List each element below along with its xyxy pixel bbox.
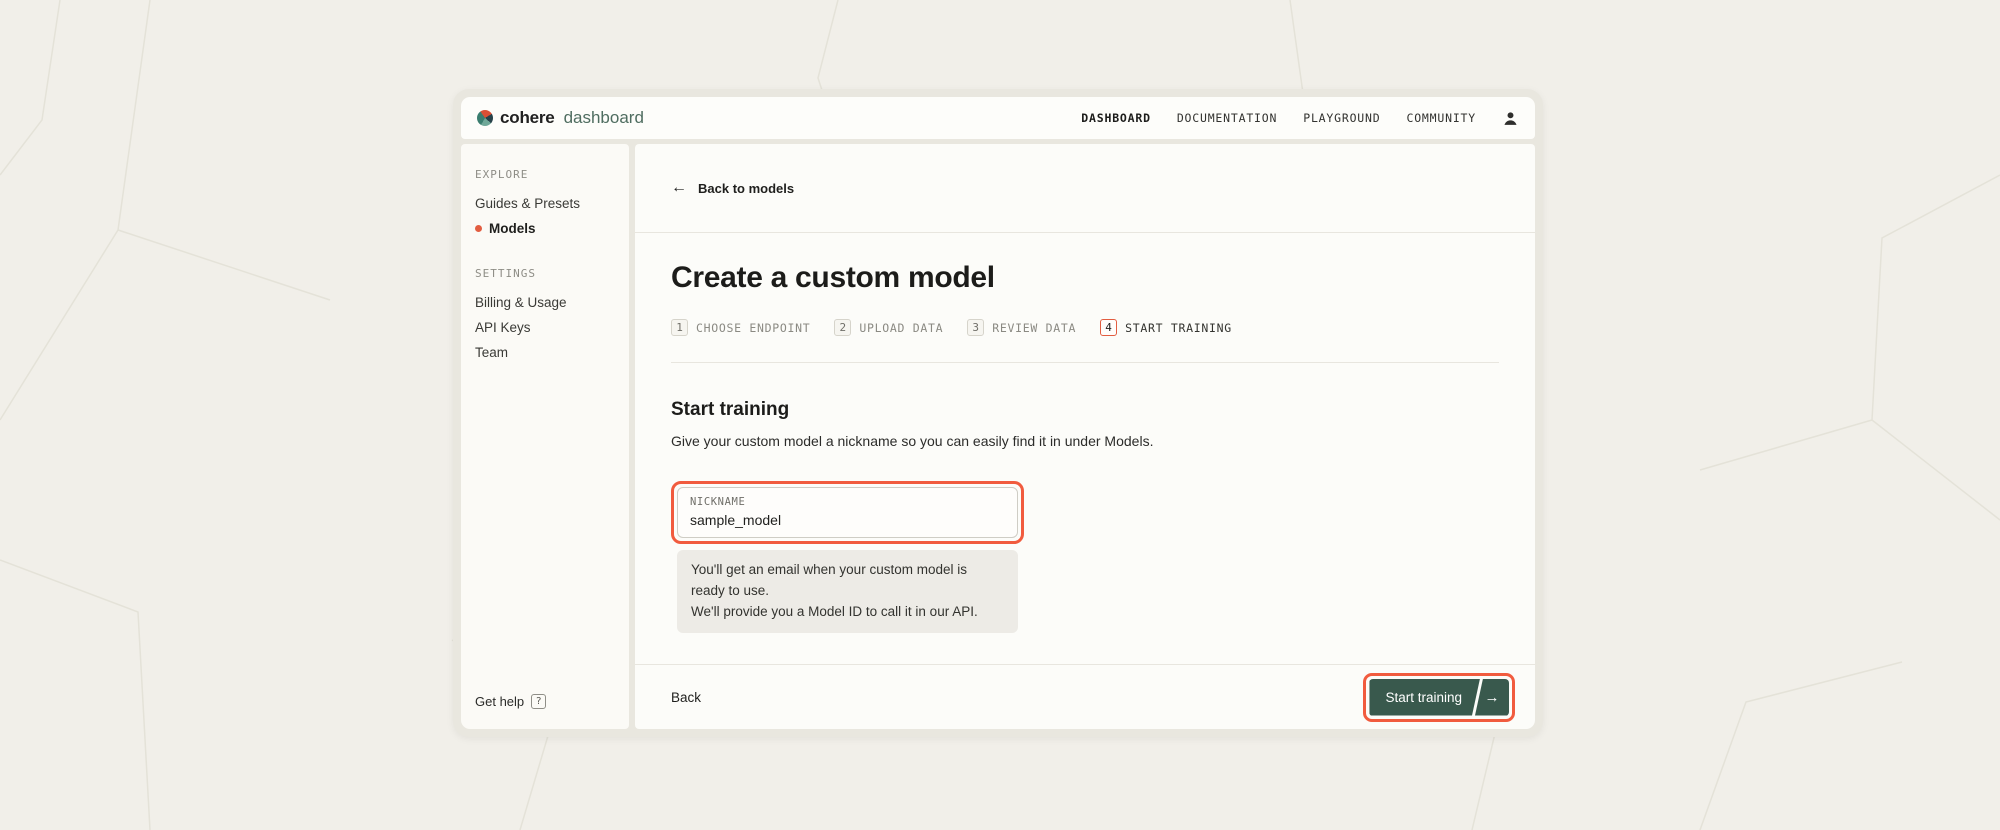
nav-documentation[interactable]: DOCUMENTATION [1177, 111, 1277, 125]
start-training-button-label: Start training [1369, 679, 1480, 716]
nav-playground[interactable]: PLAYGROUND [1303, 111, 1380, 125]
sidebar-item-models[interactable]: Models [475, 216, 615, 241]
sidebar-sections: EXPLORE Guides & Presets Models SETTINGS… [475, 168, 615, 391]
page-background: cohere dashboard DASHBOARD DOCUMENTATION… [0, 0, 2000, 830]
sidebar-item-label: Models [489, 221, 536, 236]
back-button[interactable]: Back [671, 690, 701, 705]
info-line-1: You'll get an email when your custom mod… [691, 560, 1004, 602]
step-label: CHOOSE ENDPOINT [696, 321, 810, 335]
app-window: cohere dashboard DASHBOARD DOCUMENTATION… [453, 89, 1543, 737]
nickname-field-label: NICKNAME [690, 496, 1005, 508]
step-number: 1 [671, 319, 688, 336]
sidebar-item-label: Billing & Usage [475, 295, 567, 310]
user-icon[interactable] [1502, 110, 1519, 127]
sidebar-item-label: API Keys [475, 320, 531, 335]
brand-name: cohere [500, 108, 555, 128]
sidebar-item-label: Team [475, 345, 508, 360]
sidebar-section-title: SETTINGS [475, 267, 615, 280]
step-choose-endpoint: 1 CHOOSE ENDPOINT [671, 319, 810, 336]
step-number: 2 [834, 319, 851, 336]
start-training-button[interactable]: Start training → [1369, 679, 1509, 716]
app-body: EXPLORE Guides & Presets Models SETTINGS… [461, 144, 1535, 729]
nav-community[interactable]: COMMUNITY [1406, 111, 1476, 125]
step-review-data: 3 REVIEW DATA [967, 319, 1076, 336]
forward-arrow-icon: → [1475, 679, 1509, 716]
sidebar-footer: Get help ? [475, 694, 615, 709]
brand[interactable]: cohere dashboard [477, 108, 644, 128]
info-line-2: We'll provide you a Model ID to call it … [691, 602, 1004, 623]
back-row: ← Back to models [635, 144, 1535, 233]
step-label: UPLOAD DATA [859, 321, 943, 335]
sidebar-section-settings: SETTINGS Billing & Usage API Keys Team [475, 267, 615, 365]
step-label: START TRAINING [1125, 321, 1232, 335]
help-icon[interactable]: ? [531, 694, 546, 709]
info-box: You'll get an email when your custom mod… [677, 550, 1018, 633]
step-label: REVIEW DATA [992, 321, 1076, 335]
get-help-link[interactable]: Get help [475, 694, 524, 709]
top-nav: DASHBOARD DOCUMENTATION PLAYGROUND COMMU… [1081, 110, 1519, 127]
app-header: cohere dashboard DASHBOARD DOCUMENTATION… [461, 97, 1535, 139]
divider [671, 362, 1499, 363]
main-content: Create a custom model 1 CHOOSE ENDPOINT … [635, 233, 1535, 664]
start-training-highlight-ring: Start training → [1363, 673, 1515, 722]
section-heading: Start training [671, 399, 1499, 421]
section-description: Give your custom model a nickname so you… [671, 433, 1499, 449]
active-indicator-dot [475, 225, 482, 232]
nickname-input[interactable] [690, 512, 1005, 528]
sidebar-item-label: Guides & Presets [475, 196, 580, 211]
step-number: 3 [967, 319, 984, 336]
back-to-models-link[interactable]: Back to models [698, 181, 794, 196]
sidebar-section-explore: EXPLORE Guides & Presets Models [475, 168, 615, 241]
sidebar-item-guides-presets[interactable]: Guides & Presets [475, 191, 615, 216]
step-upload-data: 2 UPLOAD DATA [834, 319, 943, 336]
cohere-logo-icon [477, 110, 493, 126]
sidebar-section-title: EXPLORE [475, 168, 615, 181]
sidebar-item-billing-usage[interactable]: Billing & Usage [475, 290, 615, 315]
back-arrow-icon[interactable]: ← [671, 180, 687, 196]
brand-product: dashboard [564, 108, 644, 128]
footer-row: Back Start training → [635, 664, 1535, 729]
step-start-training: 4 START TRAINING [1100, 319, 1232, 336]
main-panel: ← Back to models Create a custom model 1… [635, 144, 1535, 729]
sidebar-item-api-keys[interactable]: API Keys [475, 315, 615, 340]
sidebar: EXPLORE Guides & Presets Models SETTINGS… [461, 144, 629, 729]
step-number: 4 [1100, 319, 1117, 336]
nickname-highlight-ring: NICKNAME [671, 481, 1024, 544]
nav-dashboard[interactable]: DASHBOARD [1081, 111, 1151, 125]
stepper: 1 CHOOSE ENDPOINT 2 UPLOAD DATA 3 REVIEW… [671, 319, 1499, 336]
sidebar-item-team[interactable]: Team [475, 340, 615, 365]
nickname-field[interactable]: NICKNAME [677, 487, 1018, 538]
page-title: Create a custom model [671, 261, 1499, 295]
